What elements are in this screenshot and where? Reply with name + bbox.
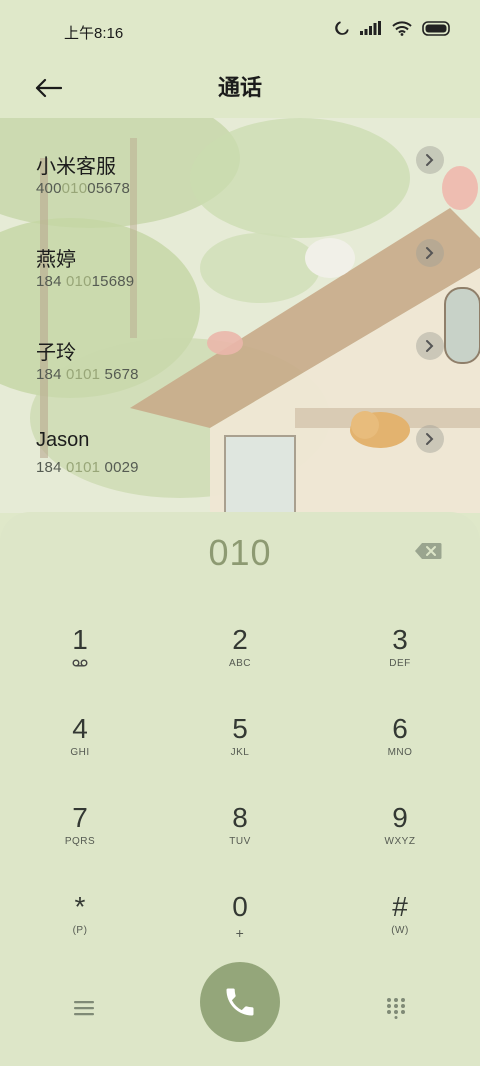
backspace-icon	[415, 543, 442, 559]
key-digit: 8	[232, 802, 248, 833]
contact-name: 燕婷	[36, 249, 76, 271]
contact-item[interactable]: 小米客服 40001005678	[0, 118, 480, 211]
key-letters: TUV	[229, 836, 251, 847]
key-0[interactable]: 0 +	[180, 891, 300, 971]
moon-icon	[335, 21, 349, 35]
key-digit: 4	[72, 713, 88, 744]
status-bar: 上午8:16	[0, 0, 480, 62]
dialpad-toggle-button[interactable]	[378, 990, 414, 1026]
signal-icon	[360, 21, 381, 35]
app-bar: 通话	[0, 62, 480, 118]
chevron-right-icon	[426, 154, 434, 166]
chevron-right-icon	[426, 340, 434, 352]
battery-icon	[422, 20, 450, 36]
key-letters: DEF	[389, 658, 411, 669]
chevron-right-icon	[426, 247, 434, 259]
contact-number: 184 0101 5678	[36, 366, 139, 383]
dialer-bottom-bar	[0, 962, 480, 1062]
contact-number: 40001005678	[36, 180, 130, 197]
call-button[interactable]	[200, 962, 280, 1042]
contact-name: 小米客服	[36, 156, 116, 178]
backspace-button[interactable]	[414, 542, 442, 560]
key-letters: (W)	[391, 925, 409, 936]
key-letters: (P)	[72, 925, 88, 936]
key-letters: ABC	[228, 658, 252, 669]
status-icons	[334, 20, 452, 36]
key-8[interactable]: 8 TUV	[180, 802, 300, 882]
dialed-number: 010	[208, 532, 272, 573]
key-hash[interactable]: # (W)	[340, 891, 460, 971]
key-digit: *	[74, 891, 86, 922]
key-2[interactable]: 2 ABC	[180, 624, 300, 704]
key-3[interactable]: 3 DEF	[340, 624, 460, 704]
key-letters: JKL	[230, 747, 250, 758]
key-letters: WXYZ	[384, 836, 416, 847]
key-9[interactable]: 9 WXYZ	[340, 802, 460, 882]
dialpad-icon	[387, 998, 405, 1019]
key-digit: 3	[392, 624, 408, 655]
dialer-panel: 010 1 2 ABC 3 DEF 4 GHI 5 JKL 6 MNO 7 PQ…	[0, 512, 480, 1066]
key-digit: #	[392, 891, 408, 922]
page-title: 通话	[217, 75, 262, 100]
contact-detail-button[interactable]	[416, 425, 444, 453]
key-digit: 2	[232, 624, 248, 655]
contact-suggestions: 小米客服 40001005678 燕婷 184 01015689 子玲 184 …	[0, 118, 480, 513]
contact-detail-button[interactable]	[416, 239, 444, 267]
contact-item[interactable]: 子玲 184 0101 5678	[0, 304, 480, 397]
contact-detail-button[interactable]	[416, 332, 444, 360]
contact-number: 184 0101 0029	[36, 459, 139, 476]
key-5[interactable]: 5 JKL	[180, 713, 300, 793]
contact-detail-button[interactable]	[416, 146, 444, 174]
key-letters: PQRS	[64, 836, 96, 847]
voicemail-icon	[72, 659, 88, 667]
contact-name: Jason	[36, 429, 90, 451]
key-digit: 9	[392, 802, 408, 833]
menu-icon	[74, 1001, 94, 1016]
phone-icon	[226, 988, 254, 1016]
key-4[interactable]: 4 GHI	[20, 713, 140, 793]
key-letters: +	[235, 925, 245, 941]
key-digit: 6	[392, 713, 408, 744]
menu-button[interactable]	[66, 990, 102, 1026]
status-time: 上午8:16	[64, 25, 124, 42]
contact-item[interactable]: Jason 184 0101 0029	[0, 397, 480, 490]
key-digit: 1	[72, 624, 88, 655]
key-digit: 0	[232, 891, 248, 922]
contact-item[interactable]: 燕婷 184 01015689	[0, 211, 480, 304]
key-letters: GHI	[70, 747, 90, 758]
key-digit: 5	[232, 713, 248, 744]
contact-number: 184 01015689	[36, 273, 135, 290]
contact-name: 子玲	[36, 342, 76, 364]
wifi-icon	[392, 20, 412, 36]
key-digit: 7	[72, 802, 88, 833]
key-star[interactable]: * (P)	[20, 891, 140, 971]
key-letters: MNO	[387, 747, 413, 758]
chevron-right-icon	[426, 433, 434, 445]
key-6[interactable]: 6 MNO	[340, 713, 460, 793]
key-7[interactable]: 7 PQRS	[20, 802, 140, 882]
key-1[interactable]: 1	[20, 624, 140, 704]
